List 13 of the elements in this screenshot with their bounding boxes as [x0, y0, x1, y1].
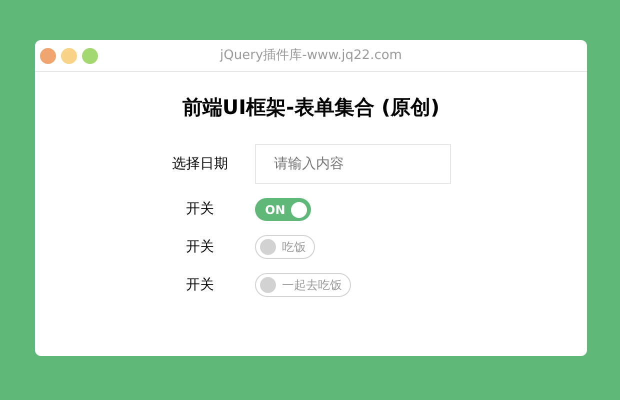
minimize-button[interactable]	[61, 48, 77, 64]
toggle-switch[interactable]: 吃饭	[255, 235, 315, 259]
close-button[interactable]	[40, 48, 56, 64]
toggle-switch[interactable]: 一起去吃饭	[255, 273, 351, 297]
field-label: 开关	[185, 200, 215, 219]
date-input-field[interactable]: 请输入内容	[255, 144, 451, 184]
field-label: 选择日期	[171, 154, 229, 174]
page-heading: 前端UI框架-表单集合 (原创)	[182, 94, 440, 121]
maximize-button[interactable]	[82, 48, 98, 64]
window-title: jQuery插件库-www.jq22.com	[220, 46, 402, 65]
toggle-switch[interactable]: ON	[255, 198, 312, 221]
field-label: 开关	[185, 238, 215, 256]
field-label: 开关	[185, 276, 215, 294]
